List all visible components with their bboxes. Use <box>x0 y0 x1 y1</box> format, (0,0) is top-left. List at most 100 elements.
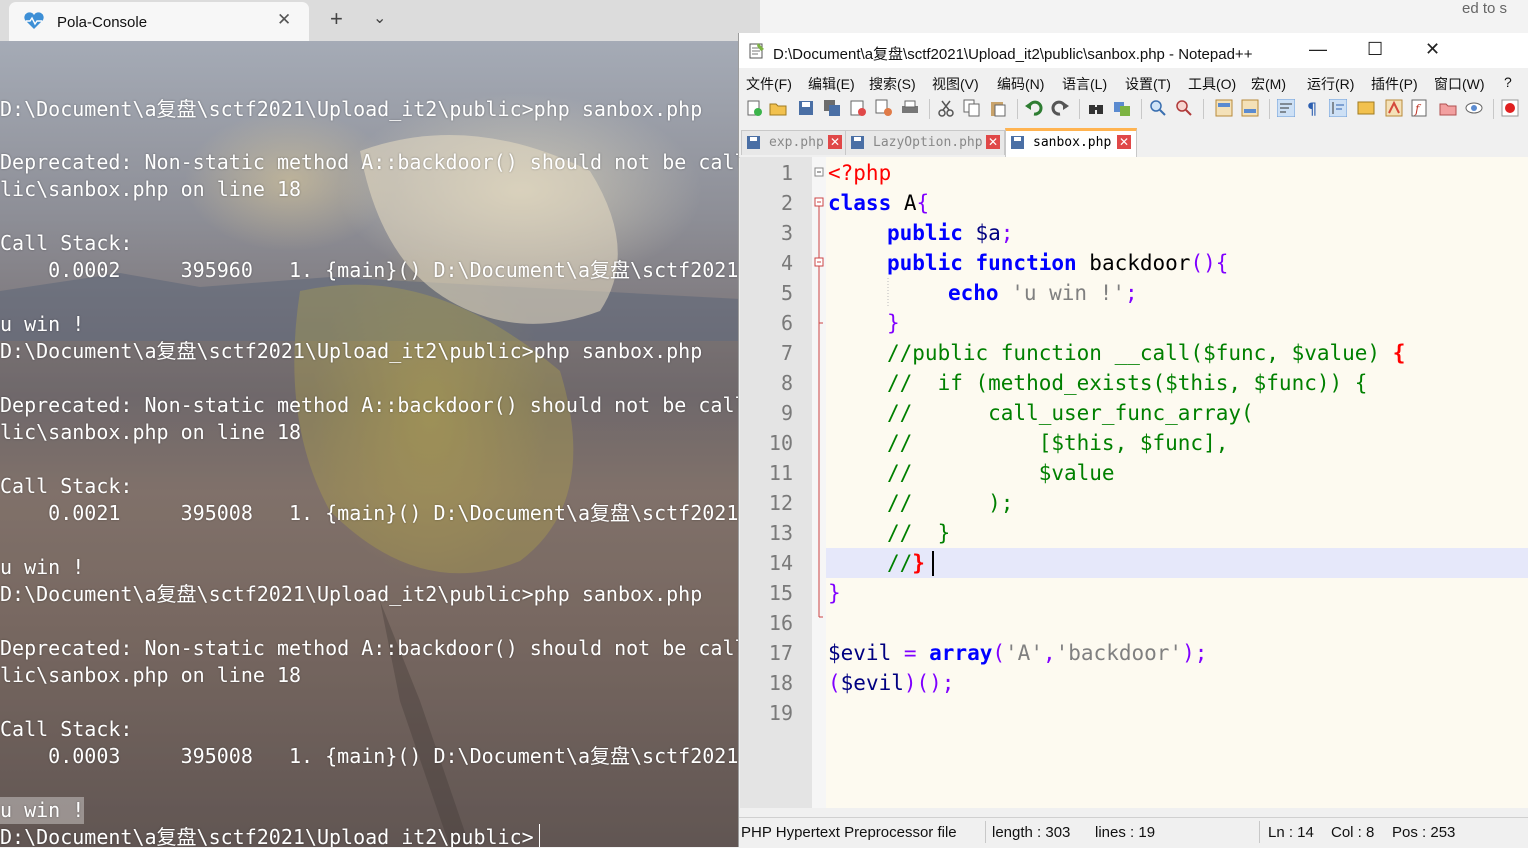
keyword: public function <box>887 251 1077 275</box>
menu-window[interactable]: 窗口(W) <box>1434 74 1485 94</box>
menu-tools[interactable]: 工具(O) <box>1188 74 1236 94</box>
menu-macro[interactable]: 宏(M) <box>1251 74 1286 94</box>
window-title: D:\Document\a复盘\sctf2021\Upload_it2\publ… <box>773 46 1253 63</box>
code-line-2: class A{ <box>828 188 929 218</box>
tab-sanbox-php[interactable]: sanbox.php ✕ <box>1005 128 1137 157</box>
line-number: 14 <box>768 551 793 575</box>
variable: $evil <box>828 641 892 665</box>
close-tab-icon[interactable]: ✕ <box>828 135 842 149</box>
brace-match: } <box>912 551 925 575</box>
word-wrap-icon[interactable] <box>1277 99 1295 117</box>
function-list-icon[interactable]: f <box>1411 99 1429 117</box>
monitoring-icon[interactable] <box>1465 99 1483 117</box>
line-number: 9 <box>780 401 793 425</box>
line-number: 17 <box>768 641 793 665</box>
close-file-icon[interactable] <box>849 99 867 117</box>
toolbar-separator <box>1141 99 1142 119</box>
folder-workspace-icon[interactable] <box>1439 99 1457 117</box>
line-number: 7 <box>780 341 793 365</box>
line-number: 4 <box>780 251 793 275</box>
new-file-icon[interactable] <box>745 99 763 117</box>
close-tab-icon[interactable]: ✕ <box>277 10 291 30</box>
terminal-prompt: D:\Document\a复盘\sctf2021\Upload_it2\publ… <box>0 825 534 847</box>
status-file-type: PHP Hypertext Preprocessor file <box>741 824 957 841</box>
save-all-icon[interactable] <box>823 99 841 117</box>
redo-icon[interactable] <box>1051 99 1069 117</box>
svg-text:¶: ¶ <box>1307 99 1317 117</box>
close-window-icon[interactable]: ✕ <box>1425 39 1440 60</box>
undo-icon[interactable] <box>1025 99 1043 117</box>
terminal-line: 0.0002 395960 1. {main}() D:\Document\a复… <box>0 258 739 282</box>
zoom-out-icon[interactable] <box>1175 99 1193 117</box>
brace-match: { <box>1392 341 1406 365</box>
tab-lazyoption-php[interactable]: LazyOption.php ✕ <box>845 130 1005 155</box>
punctuation: (){ <box>1190 251 1229 275</box>
toolbar-separator <box>1269 99 1270 119</box>
terminal-line-selected: u win ! <box>0 797 85 824</box>
string: 'A' <box>1005 641 1043 665</box>
class-name: A <box>891 191 917 215</box>
open-file-icon[interactable] <box>769 99 787 117</box>
keyword: class <box>828 191 892 215</box>
sync-horizontal-icon[interactable] <box>1241 99 1259 117</box>
doc-map-icon[interactable] <box>1385 99 1403 117</box>
menu-search[interactable]: 搜索(S) <box>869 74 916 94</box>
minimize-icon[interactable]: — <box>1309 39 1327 60</box>
terminal-line: Deprecated: Non-static method A::backdoo… <box>0 636 740 660</box>
close-tab-icon[interactable]: ✕ <box>986 135 1000 149</box>
keyword: array <box>929 641 993 665</box>
sync-vertical-icon[interactable] <box>1215 99 1233 117</box>
notepad-window: D:\Document\a复盘\sctf2021\Upload_it2\publ… <box>738 33 1528 848</box>
terminal-line: Call Stack: <box>0 231 133 255</box>
brace: } <box>828 581 841 605</box>
punctuation: )(); <box>903 671 955 695</box>
status-length: length : 303 <box>992 824 1071 841</box>
punctuation: ; <box>1125 281 1138 305</box>
tab-exp-php[interactable]: exp.php ✕ <box>741 130 846 155</box>
menu-plugins[interactable]: 插件(P) <box>1371 74 1418 94</box>
code-editor[interactable]: 1 2 3 4 5 6 7 8 9 10 11 12 13 14 15 16 1… <box>740 157 1528 808</box>
close-tab-icon[interactable]: ✕ <box>1117 135 1131 149</box>
menu-encoding[interactable]: 编码(N) <box>997 74 1044 94</box>
terminal-line: Call Stack: <box>0 717 133 741</box>
menu-file[interactable]: 文件(F) <box>746 74 792 94</box>
menu-settings[interactable]: 设置(T) <box>1125 74 1171 94</box>
tab-label: sanbox.php <box>1033 135 1112 150</box>
maximize-icon[interactable]: ☐ <box>1367 39 1383 60</box>
menu-edit[interactable]: 编辑(E) <box>808 74 855 94</box>
punctuation: ); <box>1182 641 1208 665</box>
terminal-line: u win ! <box>0 555 85 579</box>
code-line-13: // } <box>887 518 950 548</box>
find-icon[interactable] <box>1087 99 1105 117</box>
replace-icon[interactable] <box>1113 99 1131 117</box>
record-macro-icon[interactable] <box>1501 99 1519 117</box>
code-line-18: ($evil)(); <box>828 668 954 698</box>
terminal-output[interactable]: D:\Document\a复盘\sctf2021\Upload_it2\publ… <box>0 41 740 847</box>
chevron-down-icon[interactable]: ⌄ <box>373 8 386 28</box>
paste-icon[interactable] <box>989 99 1007 117</box>
save-icon[interactable] <box>797 99 815 117</box>
comment: // if (method_exists($this, $func)) { <box>887 371 1368 395</box>
cut-icon[interactable] <box>937 99 955 117</box>
menu-run[interactable]: 运行(R) <box>1307 74 1354 94</box>
close-all-icon[interactable] <box>875 99 893 117</box>
menu-help[interactable]: ? <box>1504 74 1512 90</box>
notepad-app-icon <box>749 43 764 59</box>
tab-label: LazyOption.php <box>873 135 983 150</box>
terminal-line: lic\sanbox.php on line 18 <box>0 177 302 201</box>
new-tab-button[interactable]: + <box>330 6 343 32</box>
brace: } <box>887 311 900 335</box>
menu-view[interactable]: 视图(V) <box>932 74 979 94</box>
indent-guide-icon[interactable] <box>1329 99 1347 117</box>
print-icon[interactable] <box>901 99 919 117</box>
punctuation: ( <box>992 641 1006 665</box>
terminal-line: D:\Document\a复盘\sctf2021\Upload_it2\publ… <box>0 339 703 363</box>
copy-icon[interactable] <box>963 99 981 117</box>
zoom-in-icon[interactable] <box>1149 99 1167 117</box>
terminal-tab[interactable]: Pola-Console ✕ <box>9 2 309 41</box>
show-all-chars-icon[interactable]: ¶ <box>1303 99 1321 117</box>
punctuation: ( <box>828 671 841 695</box>
user-lang-icon[interactable] <box>1357 99 1375 117</box>
menu-language[interactable]: 语言(L) <box>1062 74 1107 94</box>
code-line-7: //public function __call($func, $value) … <box>887 338 1405 368</box>
